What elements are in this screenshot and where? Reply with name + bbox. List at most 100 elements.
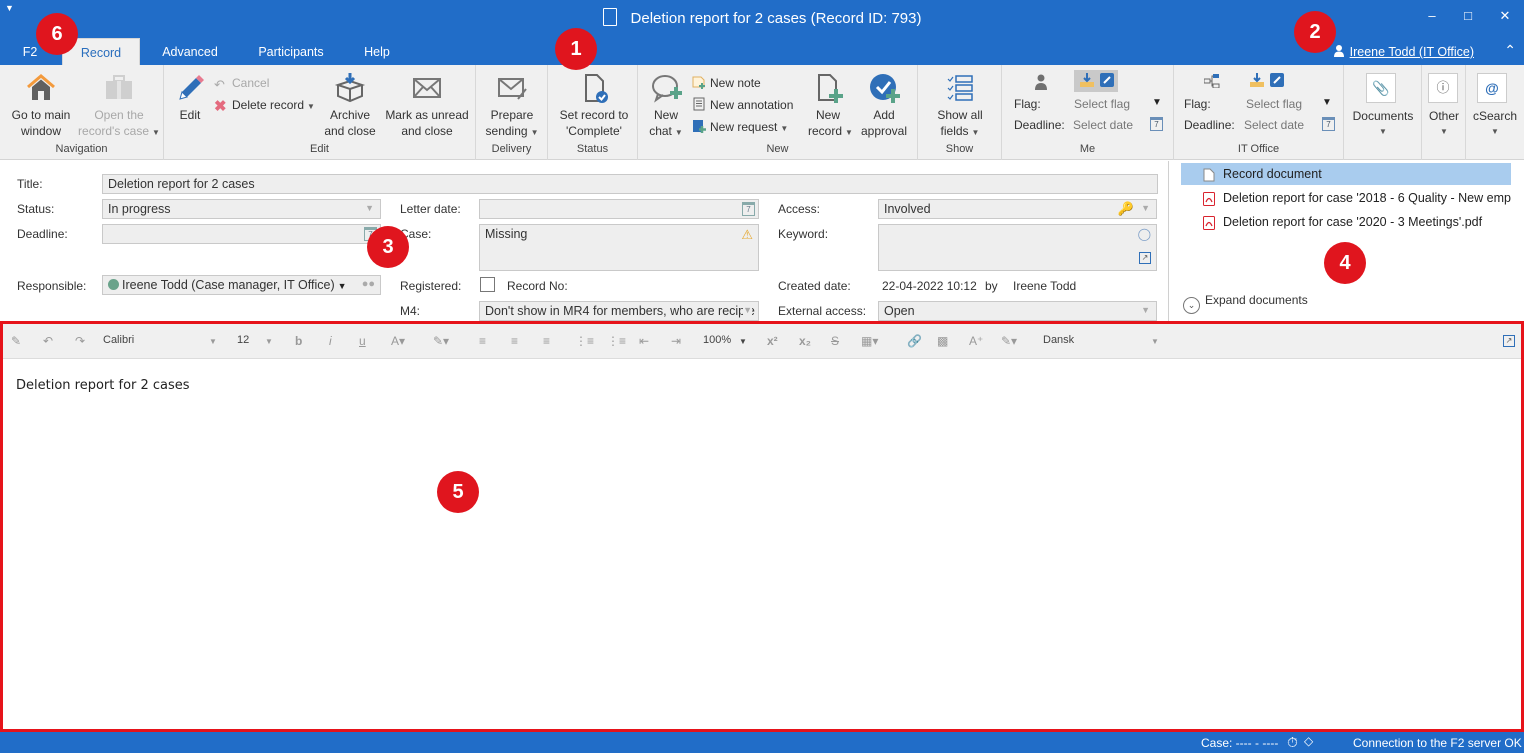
external-access-select[interactable]: Open ▼: [878, 301, 1157, 321]
image-icon[interactable]: ▩: [937, 334, 948, 348]
tab-advanced[interactable]: Advanced: [150, 38, 230, 65]
language-dropdown-icon[interactable]: ▼: [1151, 337, 1159, 346]
edit-flag-icon[interactable]: [1100, 73, 1114, 90]
letter-date-field[interactable]: 7: [479, 199, 759, 219]
spellcheck-icon[interactable]: A⁺: [969, 334, 983, 348]
font-family-dropdown-icon[interactable]: ▼: [209, 337, 217, 346]
inbox-download-icon[interactable]: [1080, 73, 1094, 90]
m4-select[interactable]: Don't show in MR4 for members, who are r…: [479, 301, 759, 321]
zoom-select[interactable]: 100%: [703, 334, 731, 346]
current-user-link[interactable]: Ireene Todd (IT Office): [1333, 45, 1474, 59]
align-right-icon[interactable]: ≡: [543, 334, 550, 348]
access-select[interactable]: Involved 🔑 ▼: [878, 199, 1157, 219]
new-annotation-button[interactable]: New annotation: [692, 96, 793, 114]
subscript-icon[interactable]: x₂: [799, 334, 811, 348]
redo-icon[interactable]: ↷: [75, 334, 85, 348]
new-note-button[interactable]: New note: [692, 74, 761, 92]
org-unit-icon: [1203, 74, 1220, 91]
set-complete-button[interactable]: Set record to 'Complete': [554, 73, 634, 139]
responsible-select[interactable]: Ireene Todd (Case manager, IT Office) ▼ ●…: [102, 275, 381, 295]
mark-unread-and-close-button[interactable]: Mark as unread and close: [382, 73, 472, 139]
delete-record-button[interactable]: ✖ Delete record ▼: [214, 96, 315, 114]
underline-icon[interactable]: u: [359, 334, 366, 348]
calendar-icon[interactable]: 7: [742, 202, 755, 216]
other-button[interactable]: ⓘ Other ▼: [1422, 65, 1466, 160]
font-family-select[interactable]: Calibri: [103, 334, 134, 346]
it-office-deadline-select[interactable]: Select date: [1244, 118, 1304, 132]
people-icon[interactable]: ●●: [362, 278, 375, 290]
tag-icon[interactable]: ◇: [1304, 734, 1313, 748]
expand-documents-button[interactable]: ⌄ Expand documents: [1183, 293, 1308, 314]
font-color-icon[interactable]: A▾: [391, 334, 405, 348]
me-flag-dropdown-icon[interactable]: ▼: [1152, 97, 1162, 108]
new-chat-button[interactable]: New chat ▼: [646, 73, 686, 141]
keyword-field[interactable]: ◯ ↗: [878, 224, 1157, 271]
paperclip-icon: 📎: [1366, 73, 1396, 103]
minimize-button[interactable]: –: [1419, 8, 1445, 23]
inbox-download-icon[interactable]: [1250, 73, 1264, 90]
csearch-button[interactable]: @ cSearch ▼: [1466, 65, 1524, 160]
it-office-flag-select[interactable]: Select flag: [1246, 97, 1302, 111]
status-select[interactable]: In progress ▼: [102, 199, 381, 219]
archive-and-close-button[interactable]: Archive and close: [324, 73, 376, 139]
bullet-list-icon[interactable]: ⋮≡: [575, 334, 594, 348]
italic-icon[interactable]: i: [329, 334, 332, 348]
edit-button[interactable]: Edit: [172, 73, 208, 123]
expand-icon[interactable]: ↗: [1139, 252, 1151, 264]
me-flag-select[interactable]: Select flag: [1074, 97, 1130, 111]
callout-badge: 3: [367, 226, 409, 268]
close-button[interactable]: ✕: [1492, 8, 1518, 24]
document-item[interactable]: Record document: [1181, 163, 1511, 185]
numbered-list-icon[interactable]: ⋮≡: [607, 334, 626, 348]
m4-label: M4:: [400, 304, 421, 318]
highlight-color-icon[interactable]: ✎▾: [433, 334, 449, 348]
zoom-dropdown-icon[interactable]: ▼: [739, 337, 747, 346]
font-size-dropdown-icon[interactable]: ▼: [265, 337, 273, 346]
track-changes-icon[interactable]: ✎▾: [1001, 334, 1017, 348]
bold-icon[interactable]: b: [295, 334, 302, 348]
increase-indent-icon[interactable]: ⇥: [671, 334, 681, 348]
created-date-value: 22-04-2022 10:12: [882, 279, 977, 293]
format-painter-icon[interactable]: ✎: [11, 334, 21, 348]
prepare-sending-button[interactable]: Prepare sending ▼: [480, 73, 544, 141]
title-field[interactable]: Deletion report for 2 cases: [102, 174, 1158, 194]
table-icon[interactable]: ▦▾: [861, 334, 878, 348]
ribbon-group-it-office: Flag: Select flag ▼ Deadline: Select dat…: [1174, 65, 1344, 160]
editor-content[interactable]: Deletion report for 2 cases: [16, 378, 190, 393]
me-deadline-select[interactable]: Select date: [1073, 118, 1133, 132]
calendar-icon[interactable]: 7: [1322, 117, 1335, 131]
registered-checkbox[interactable]: [480, 277, 495, 292]
calendar-icon[interactable]: 7: [1150, 117, 1163, 131]
strikethrough-icon[interactable]: S: [831, 334, 839, 348]
tab-help[interactable]: Help: [352, 38, 402, 65]
documents-button[interactable]: 📎 Documents ▼: [1344, 65, 1422, 160]
timer-icon[interactable]: ⏱: [1287, 734, 1298, 751]
decrease-indent-icon[interactable]: ⇤: [639, 334, 649, 348]
collapse-ribbon-icon[interactable]: ⌃: [1504, 42, 1516, 59]
document-item[interactable]: Deletion report for case '2018 - 6 Quali…: [1181, 187, 1511, 209]
link-icon[interactable]: 🔗: [907, 334, 922, 348]
new-record-button[interactable]: New record ▼: [808, 73, 853, 141]
it-office-flag-dropdown-icon[interactable]: ▼: [1322, 97, 1332, 108]
align-center-icon[interactable]: ≡: [511, 334, 518, 348]
document-item[interactable]: Deletion report for case '2020 - 3 Meeti…: [1181, 211, 1511, 233]
tag-icon[interactable]: ◯: [1138, 227, 1151, 241]
dropdown-caret-icon: ▼: [307, 102, 315, 111]
deadline-field[interactable]: 7: [102, 224, 381, 244]
align-left-icon[interactable]: ≡: [479, 334, 486, 348]
popout-editor-icon[interactable]: ↗: [1503, 335, 1515, 347]
superscript-icon[interactable]: x²: [767, 334, 778, 348]
font-size-select[interactable]: 12: [237, 334, 249, 346]
undo-icon[interactable]: ↶: [43, 334, 53, 348]
show-all-fields-button[interactable]: Show all fields ▼: [928, 73, 992, 141]
add-approval-button[interactable]: Add approval: [856, 73, 912, 139]
cancel-button[interactable]: ↶ Cancel: [214, 74, 269, 92]
maximize-button[interactable]: □: [1455, 8, 1481, 23]
language-select[interactable]: Dansk: [1043, 334, 1074, 346]
new-request-button[interactable]: New request ▼: [692, 118, 788, 136]
edit-flag-icon[interactable]: [1270, 73, 1284, 90]
go-to-main-window-button[interactable]: Go to main window: [6, 73, 76, 139]
tab-participants[interactable]: Participants: [248, 38, 334, 65]
case-field[interactable]: Missing ⚠: [479, 224, 759, 271]
open-records-case-button[interactable]: Open the record's case ▼: [78, 73, 160, 141]
